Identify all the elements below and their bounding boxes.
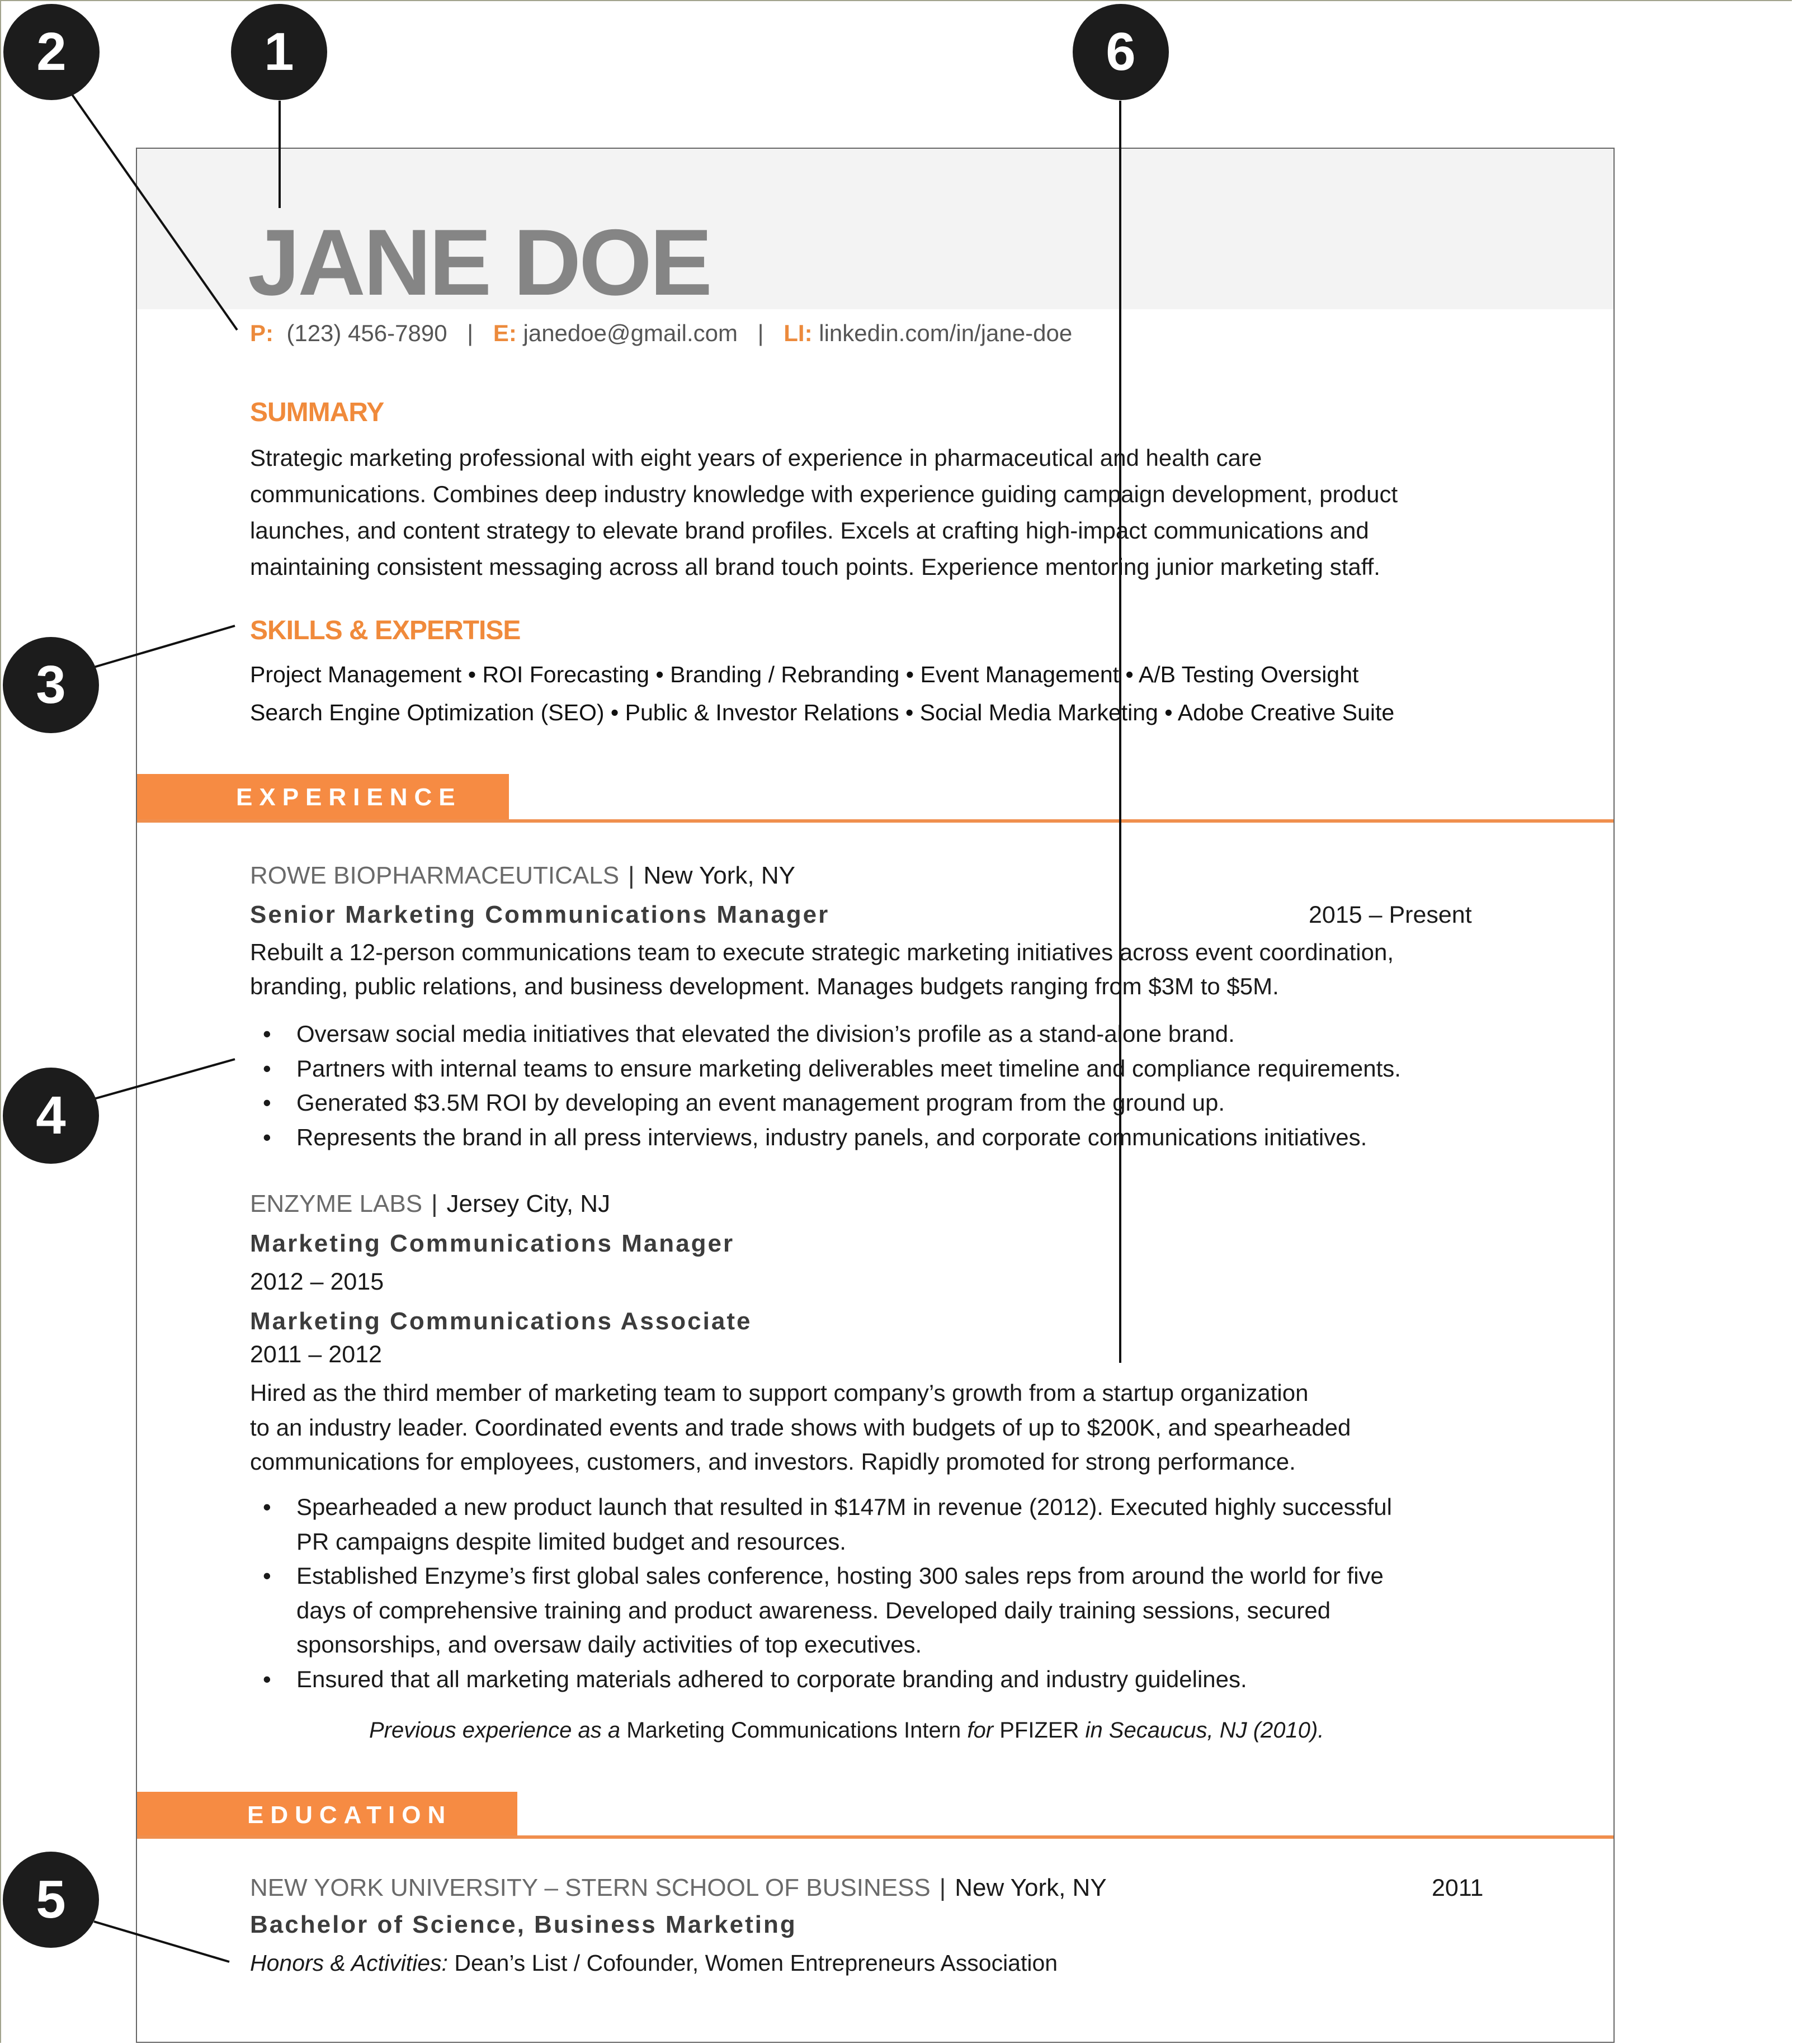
callout-1: 1 <box>231 4 327 100</box>
leader-line-3 <box>93 625 235 668</box>
callout-leader-lines <box>69 91 1121 1963</box>
callout-4: 4 <box>3 1068 99 1164</box>
leader-line-4 <box>93 1058 235 1100</box>
callout-6: 6 <box>1073 4 1169 100</box>
callout-5: 5 <box>3 1852 99 1948</box>
leader-line-5 <box>93 1920 230 1963</box>
leader-line-2 <box>69 91 238 331</box>
callout-2: 2 <box>3 4 100 100</box>
callout-3: 3 <box>3 637 99 733</box>
